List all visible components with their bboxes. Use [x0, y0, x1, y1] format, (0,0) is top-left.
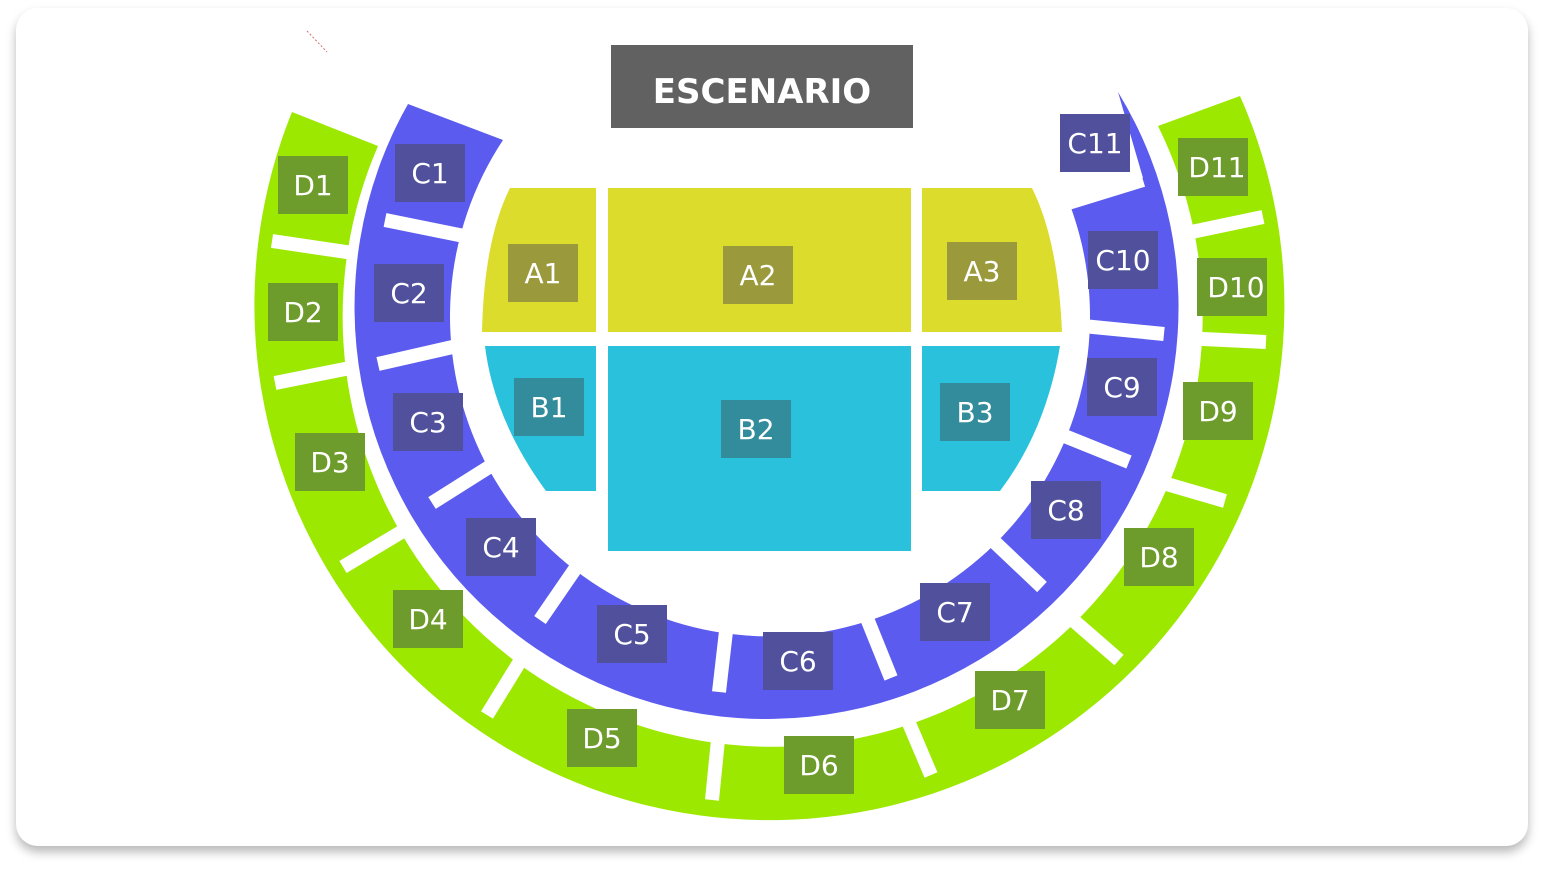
label-c6: C6 — [779, 645, 816, 678]
tag-d8[interactable]: D8 — [1124, 528, 1194, 586]
label-d8: D8 — [1139, 541, 1178, 574]
stray-mark — [306, 30, 328, 53]
section-divider — [1181, 331, 1267, 349]
label-c3: C3 — [409, 406, 446, 439]
tag-c10[interactable]: C10 — [1088, 231, 1158, 289]
tag-c9[interactable]: C9 — [1087, 358, 1157, 416]
label-b2: B2 — [737, 413, 774, 446]
section-divider — [1082, 319, 1165, 341]
label-d3: D3 — [310, 446, 349, 479]
tag-d6[interactable]: D6 — [784, 736, 854, 794]
tag-c4[interactable]: C4 — [466, 518, 536, 576]
tag-d9[interactable]: D9 — [1183, 382, 1253, 440]
stage-label: ESCENARIO — [653, 72, 871, 112]
label-d4: D4 — [408, 603, 447, 636]
label-d5: D5 — [582, 722, 621, 755]
section-divider — [712, 613, 735, 693]
tag-a2[interactable]: A2 — [723, 246, 793, 304]
label-c1: C1 — [411, 157, 448, 190]
label-c8: C8 — [1047, 494, 1084, 527]
label-d7: D7 — [990, 684, 1029, 717]
label-c10: C10 — [1095, 244, 1150, 277]
label-a1: A1 — [525, 257, 562, 290]
label-a2: A2 — [740, 259, 777, 292]
tag-c8[interactable]: C8 — [1031, 481, 1101, 539]
tag-b2[interactable]: B2 — [721, 400, 791, 458]
tag-a3[interactable]: A3 — [947, 242, 1017, 300]
tag-c6[interactable]: C6 — [763, 632, 833, 690]
tag-b1[interactable]: B1 — [514, 378, 584, 436]
tag-d3[interactable]: D3 — [295, 433, 365, 491]
tag-a1[interactable]: A1 — [508, 244, 578, 302]
label-c2: C2 — [390, 277, 427, 310]
label-d2: D2 — [283, 296, 322, 329]
label-c9: C9 — [1103, 371, 1140, 404]
label-c7: C7 — [936, 596, 973, 629]
label-c4: C4 — [482, 531, 519, 564]
tag-d2[interactable]: D2 — [268, 283, 338, 341]
label-b3: B3 — [956, 396, 993, 429]
tag-d4[interactable]: D4 — [393, 590, 463, 648]
tag-d7[interactable]: D7 — [975, 671, 1045, 729]
tag-d11[interactable]: D11 — [1178, 138, 1248, 196]
tag-c3[interactable]: C3 — [393, 393, 463, 451]
tag-c7[interactable]: C7 — [920, 583, 990, 641]
tag-d1[interactable]: D1 — [278, 156, 348, 214]
tag-d5[interactable]: D5 — [567, 709, 637, 767]
tag-c2[interactable]: C2 — [374, 264, 444, 322]
tag-c5[interactable]: C5 — [597, 605, 667, 663]
label-d10: D10 — [1207, 271, 1264, 304]
label-b1: B1 — [530, 391, 567, 424]
label-c11: C11 — [1067, 127, 1122, 160]
label-d11: D11 — [1188, 151, 1245, 184]
tag-c1[interactable]: C1 — [395, 144, 465, 202]
label-d6: D6 — [799, 749, 838, 782]
tag-d10[interactable]: D10 — [1197, 258, 1267, 316]
seating-map: ESCENARIO A1 A2 A3 B1 B2 B3 C1 C2 C3 C4 … — [254, 30, 1285, 821]
label-d1: D1 — [293, 169, 332, 202]
label-a3: A3 — [964, 255, 1001, 288]
label-d9: D9 — [1198, 395, 1237, 428]
label-c5: C5 — [613, 618, 650, 651]
section-divider — [705, 719, 727, 801]
tag-c11[interactable]: C11 — [1060, 114, 1130, 172]
tag-b3[interactable]: B3 — [940, 383, 1010, 441]
